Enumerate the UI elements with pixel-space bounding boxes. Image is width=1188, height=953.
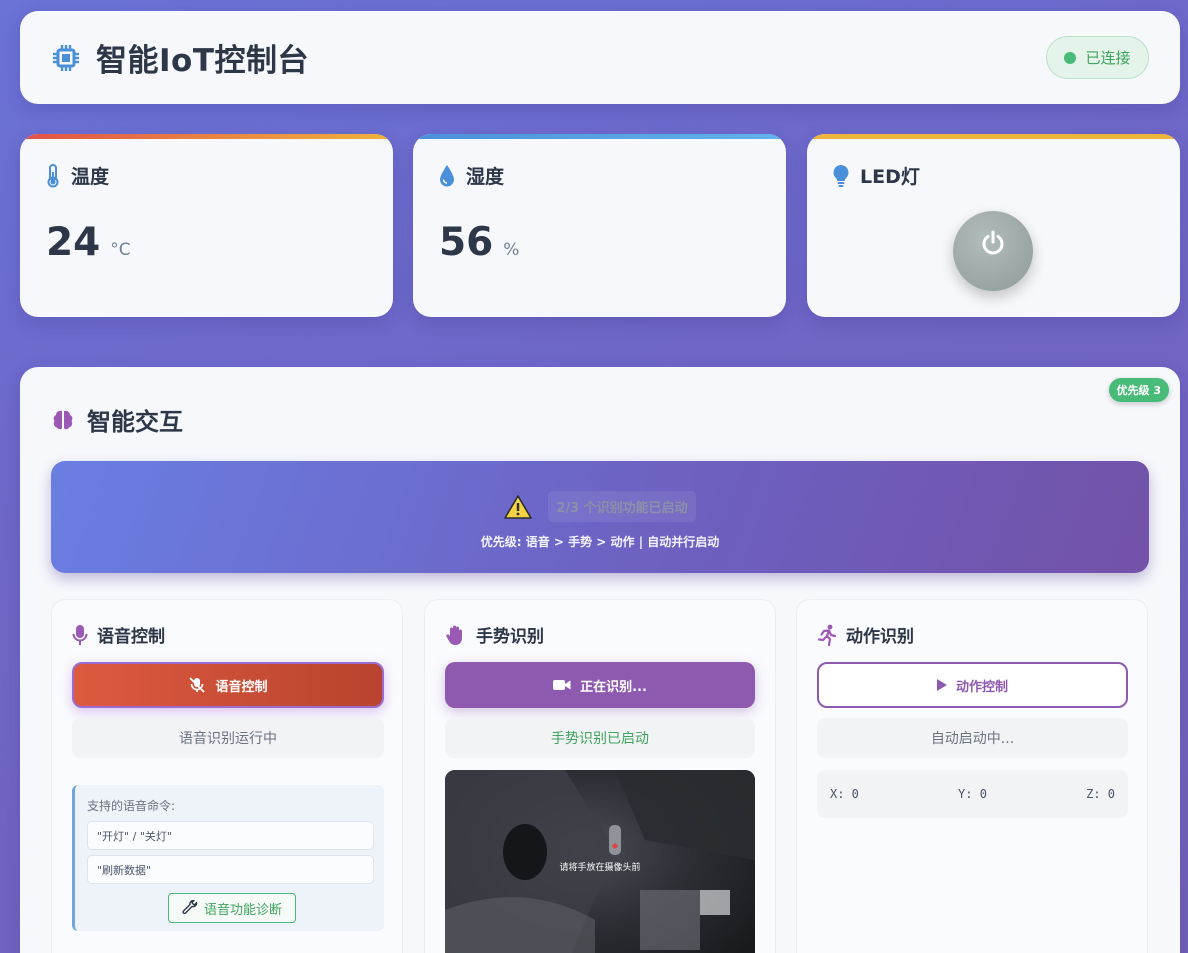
motion-module-title: 动作识别 <box>846 627 914 647</box>
temperature-label: 温度 <box>71 166 110 188</box>
gesture-status-text: 手势识别已启动 <box>445 718 755 758</box>
hand-icon <box>445 624 467 646</box>
running-icon <box>817 624 837 646</box>
temperature-value: 24 <box>46 220 101 265</box>
voice-diagnose-button[interactable]: 语音功能诊断 <box>168 893 296 923</box>
humidity-accent-bar <box>413 134 786 139</box>
voice-status-text: 语音识别运行中 <box>72 718 384 758</box>
humidity-unit: % <box>503 240 520 260</box>
video-camera-icon <box>553 679 571 691</box>
microphone-slash-icon <box>188 677 206 693</box>
led-accent-bar <box>807 134 1180 139</box>
play-icon <box>936 679 947 691</box>
coord-z: Z: 0 <box>1086 787 1115 801</box>
status-dot-icon <box>1064 51 1077 64</box>
section-title: 智能交互 <box>87 408 183 436</box>
thermometer-icon <box>45 163 61 188</box>
led-toggle-button[interactable]: LED已关闭 <box>953 211 1033 291</box>
priority-badge: 优先级 3 <box>1108 378 1169 402</box>
motion-recognition-module: 动作识别 动作控制 自动启动中... X: 0 Y: 0 Z: 0 <box>796 599 1148 953</box>
gesture-recognition-module: 手势识别 正在识别... 手势识别已启动 请将手放在摄像头前 <box>424 599 776 953</box>
humidity-label: 湿度 <box>466 166 505 188</box>
connection-status-badge: 已连接 <box>1046 36 1149 79</box>
warning-icon <box>504 494 533 520</box>
header-bar: 智能IoT控制台 已连接 <box>20 11 1180 104</box>
chip-icon <box>50 42 82 74</box>
microphone-icon <box>72 624 88 646</box>
voice-control-button[interactable]: 语音控制 <box>72 662 384 708</box>
priority-description: 优先级: 语音 > 手势 > 动作 | 自动并行启动 <box>480 535 720 549</box>
power-icon <box>980 230 1006 260</box>
gesture-module-title: 手势识别 <box>476 627 544 647</box>
led-label: LED灯 <box>860 166 920 188</box>
droplet-icon <box>438 164 456 188</box>
led-card: LED灯 LED已关闭 <box>807 134 1180 317</box>
lightbulb-icon <box>832 164 850 188</box>
coord-y: Y: 0 <box>958 787 987 801</box>
smart-interaction-panel: 优先级 3 智能交互 2/3 个识别功能已启动 优先级: 语音 > 手势 > 动… <box>20 367 1180 953</box>
voice-commands-label: 支持的语音命令: <box>87 799 176 813</box>
gesture-recognition-button[interactable]: 正在识别... <box>445 662 755 708</box>
active-recognition-count: 2/3 个识别功能已启动 <box>548 491 696 522</box>
humidity-value: 56 <box>439 220 494 265</box>
camera-feed: 请将手放在摄像头前 <box>445 770 755 953</box>
wrench-icon <box>182 900 198 916</box>
page-title: 智能IoT控制台 <box>96 43 309 79</box>
voice-control-module: 语音控制 语音控制 语音识别运行中 支持的语音命令: "开灯" / "关灯" "… <box>51 599 403 953</box>
brain-icon <box>51 408 75 432</box>
gesture-button-label: 正在识别... <box>580 679 647 695</box>
camera-overlay-text: 请将手放在摄像头前 <box>559 863 641 873</box>
voice-command-item: "刷新数据" <box>87 855 374 884</box>
motion-button-label: 动作控制 <box>955 679 1008 695</box>
humidity-card: 湿度 56 % <box>413 134 786 317</box>
recognition-status-banner: 2/3 个识别功能已启动 优先级: 语音 > 手势 > 动作 | 自动并行启动 <box>51 461 1149 573</box>
voice-command-item: "开灯" / "关灯" <box>87 821 374 850</box>
temperature-card: 温度 24 °C <box>20 134 393 317</box>
voice-diagnose-label: 语音功能诊断 <box>203 902 282 918</box>
voice-control-button-label: 语音控制 <box>215 679 268 695</box>
motion-status-text: 自动启动中... <box>817 718 1128 758</box>
motion-coordinates: X: 0 Y: 0 Z: 0 <box>817 770 1128 818</box>
temperature-accent-bar <box>20 134 393 139</box>
voice-module-title: 语音控制 <box>97 627 165 647</box>
led-state-text: LED已关闭 <box>973 262 1013 272</box>
coord-x: X: 0 <box>830 787 859 801</box>
motion-control-button[interactable]: 动作控制 <box>817 662 1128 708</box>
voice-commands-box: 支持的语音命令: "开灯" / "关灯" "刷新数据" 语音功能诊断 <box>72 785 384 931</box>
connection-status-text: 已连接 <box>1085 49 1131 67</box>
temperature-unit: °C <box>110 240 131 260</box>
